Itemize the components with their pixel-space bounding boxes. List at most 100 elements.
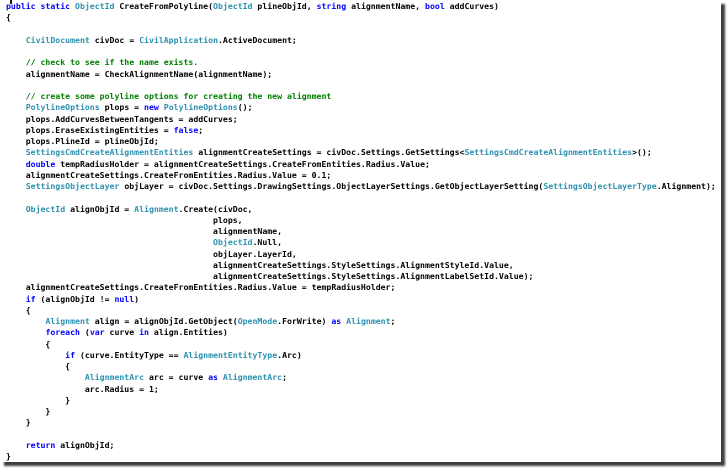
code-token: AlignmentArc — [84, 372, 145, 383]
code-token: // check to see if the name exists. — [6, 57, 199, 68]
code-editor[interactable]: public static ObjectId CreateFromPolylin… — [0, 0, 721, 462]
code-line: alignmentCreateSettings.StyleSettings.Al… — [6, 260, 721, 271]
code-token: align.Entities) — [148, 327, 228, 338]
code-token: double — [25, 158, 56, 169]
code-token: .ActiveDocument; — [217, 34, 297, 45]
code-token: SettingsCmdCreateAlignmentEntities — [25, 147, 194, 158]
code-token: } — [6, 406, 51, 416]
code-line: alignmentName = CheckAlignmentName(align… — [6, 69, 721, 80]
code-token: return — [25, 439, 56, 450]
code-token: curve — [104, 327, 140, 338]
code-token: Alignment — [45, 316, 90, 326]
code-line: SettingsCmdCreateAlignmentEntities align… — [6, 147, 721, 158]
code-token: } — [6, 451, 11, 461]
code-token: ObjectId — [75, 1, 115, 11]
code-token: SettingsObjectLayerType — [543, 181, 657, 191]
code-line: plops, — [6, 215, 721, 226]
code-line: SettingsObjectLayer objLayer = civDoc.Se… — [6, 181, 721, 192]
code-token: plops.PlineId = plineObjId; — [6, 136, 159, 146]
code-line: alignmentCreateSettings.CreateFromEntiti… — [6, 170, 721, 181]
code-token: SettingsObjectLayer — [25, 181, 120, 191]
code-token: ObjectId — [25, 203, 66, 214]
code-token: alignmentCreateSettings = civDoc.Setting… — [193, 147, 465, 158]
code-token: Alignment — [134, 203, 179, 214]
code-line: // check to see if the name exists. — [6, 57, 721, 68]
code-token: if — [25, 293, 36, 304]
code-token: foreach — [45, 327, 80, 338]
code-line: alignmentCreateSettings.StyleSettings.Al… — [6, 271, 721, 282]
code-token: { — [6, 338, 51, 349]
code-token: ObjectId — [213, 237, 253, 248]
code-token: new — [144, 102, 159, 113]
code-token: .Create(civDoc, — [178, 203, 253, 214]
code-token: plineObjId, — [252, 1, 317, 11]
code-line: if (alignObjId != null) — [6, 294, 721, 305]
code-token: plops, — [6, 214, 243, 225]
code-line: objLayer.LayerId, — [6, 249, 721, 260]
code-line: plops.AddCurvesBetweenTangents = addCurv… — [6, 114, 721, 125]
code-token: align = alignObjId.GetObject( — [89, 316, 238, 326]
code-line: CivilDocument civDoc = CivilApplication.… — [6, 35, 721, 46]
code-token: arc.Radius = 1; — [6, 383, 159, 394]
code-token: Alignment — [346, 316, 391, 326]
code-token: alignmentName = CheckAlignmentName(align… — [6, 68, 273, 79]
code-token: { — [6, 12, 11, 23]
code-token: CivilDocument — [25, 34, 90, 45]
code-line: } — [6, 417, 721, 428]
code-token: .ForWrite) — [277, 316, 332, 326]
code-token: alignmentName, — [346, 1, 426, 11]
code-line: if (curve.EntityType == AlignmentEntityT… — [6, 350, 721, 361]
code-token: string — [316, 1, 347, 11]
code-token: AlignmentEntityType — [183, 349, 278, 360]
code-screenshot-frame: public static ObjectId CreateFromPolylin… — [0, 0, 721, 462]
code-token: PolylineOptions — [163, 102, 238, 113]
code-token: { — [6, 361, 71, 371]
code-token: >(); — [632, 147, 652, 158]
code-line: alignmentCreateSettings.CreateFromEntiti… — [6, 282, 721, 293]
code-token: OpenMode — [237, 316, 278, 326]
code-token: public static — [6, 1, 76, 11]
code-token: ObjectId — [213, 1, 253, 11]
code-token: CivilApplication — [139, 34, 218, 45]
code-token: objLayer.LayerId, — [6, 248, 297, 259]
code-line: plops.PlineId = plineObjId; — [6, 136, 721, 147]
code-line: ObjectId alignObjId = Alignment.Create(c… — [6, 204, 721, 215]
code-token: (curve.EntityType == — [75, 349, 184, 360]
code-token: in — [139, 327, 149, 338]
code-token: bool — [425, 1, 445, 11]
code-token: alignmentCreateSettings.CreateFromEntiti… — [6, 169, 332, 180]
code-token: as — [331, 316, 342, 326]
code-token: var — [89, 327, 105, 338]
code-token: } — [6, 394, 71, 405]
code-token: as — [208, 372, 218, 383]
code-line: { — [6, 12, 721, 23]
code-line: AlignmentArc arc = curve as AlignmentArc… — [6, 372, 721, 383]
code-line: plops.EraseExistingEntities = false; — [6, 125, 721, 136]
code-token: ; — [282, 372, 288, 383]
code-token: civDoc = — [89, 34, 140, 45]
code-token: arc = curve — [144, 372, 209, 383]
code-token: } — [6, 417, 31, 428]
code-token: alignmentName, — [6, 226, 283, 236]
code-token: .Alignment); — [656, 181, 716, 191]
code-line: // create some polyline options for crea… — [6, 91, 721, 102]
code-line: Alignment align = alignObjId.GetObject(O… — [6, 316, 721, 327]
code-token: ; — [390, 316, 396, 326]
code-token: alignmentCreateSettings.CreateFromEntiti… — [6, 282, 396, 293]
code-token: PolylineOptions — [25, 102, 100, 113]
code-line: return alignObjId; — [6, 440, 721, 451]
code-line: } — [6, 395, 721, 406]
